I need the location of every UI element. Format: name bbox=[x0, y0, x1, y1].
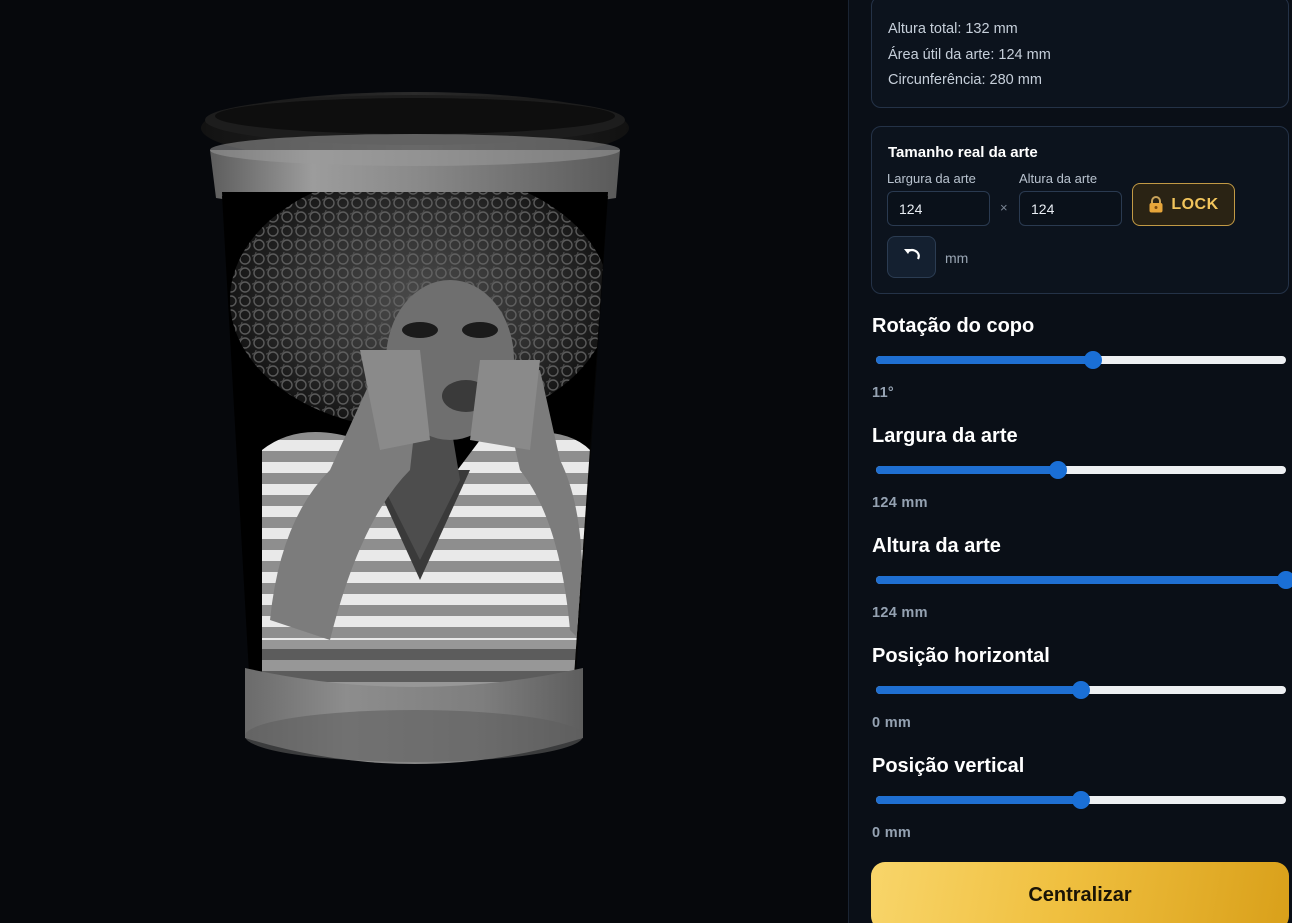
vertical-position-slider[interactable] bbox=[876, 791, 1286, 809]
control-panel: Altura total: 132 mm Área útil da arte: … bbox=[848, 0, 1292, 923]
center-button[interactable]: Centralizar bbox=[871, 862, 1289, 923]
real-size-title: Tamanho real da arte bbox=[888, 144, 1038, 161]
horizontal-position-title: Posição horizontal bbox=[872, 645, 1050, 667]
real-size-card: Tamanho real da arte Largura da arte Alt… bbox=[871, 126, 1289, 294]
lock-icon bbox=[1148, 196, 1164, 213]
art-height-value: 124 mm bbox=[872, 605, 928, 621]
vertical-position-value: 0 mm bbox=[872, 825, 912, 841]
cup-3d-viewer[interactable] bbox=[0, 0, 848, 923]
art-width-title: Largura da arte bbox=[872, 425, 1018, 447]
lock-aspect-button[interactable]: LOCK bbox=[1132, 183, 1235, 226]
vertical-position-slider-thumb[interactable] bbox=[1072, 791, 1090, 809]
info-area-util: Área útil da arte: 124 mm bbox=[888, 46, 1051, 63]
cup-info-card: Altura total: 132 mm Área útil da arte: … bbox=[871, 0, 1289, 108]
art-height-input[interactable] bbox=[1019, 191, 1122, 226]
horizontal-position-slider-thumb[interactable] bbox=[1072, 681, 1090, 699]
art-width-input[interactable] bbox=[887, 191, 990, 226]
horizontal-position-slider-fill bbox=[876, 686, 1081, 694]
times-sign: × bbox=[1000, 200, 1008, 215]
art-width-slider[interactable] bbox=[876, 461, 1286, 479]
rotation-slider[interactable] bbox=[876, 351, 1286, 369]
art-width-value: 124 mm bbox=[872, 495, 928, 511]
art-height-slider-fill bbox=[876, 576, 1286, 584]
cup-artwork bbox=[222, 192, 608, 690]
art-height-slider-thumb[interactable] bbox=[1277, 571, 1292, 589]
rotation-slider-thumb[interactable] bbox=[1084, 351, 1103, 369]
rotation-slider-fill bbox=[876, 356, 1094, 364]
art-width-label: Largura da arte bbox=[887, 171, 976, 186]
vertical-position-title: Posição vertical bbox=[872, 755, 1025, 777]
unit-label: mm bbox=[945, 250, 969, 266]
art-height-label: Altura da arte bbox=[1019, 171, 1098, 186]
info-altura-total: Altura total: 132 mm bbox=[888, 21, 1018, 37]
reset-size-button[interactable] bbox=[887, 236, 936, 278]
lock-label: LOCK bbox=[1171, 195, 1219, 213]
art-height-title: Altura da arte bbox=[872, 535, 1001, 557]
art-width-slider-thumb[interactable] bbox=[1049, 461, 1068, 479]
horizontal-position-value: 0 mm bbox=[872, 715, 912, 731]
info-circunferencia: Circunferência: 280 mm bbox=[888, 72, 1042, 88]
horizontal-position-slider[interactable] bbox=[876, 681, 1286, 699]
rotation-title: Rotação do copo bbox=[872, 315, 1035, 337]
rotation-value: 11° bbox=[872, 385, 895, 401]
undo-icon bbox=[903, 248, 921, 267]
art-height-slider[interactable] bbox=[876, 571, 1292, 589]
cup-preview[interactable] bbox=[0, 0, 848, 923]
art-width-slider-fill bbox=[876, 466, 1059, 474]
vertical-position-slider-fill bbox=[876, 796, 1081, 804]
